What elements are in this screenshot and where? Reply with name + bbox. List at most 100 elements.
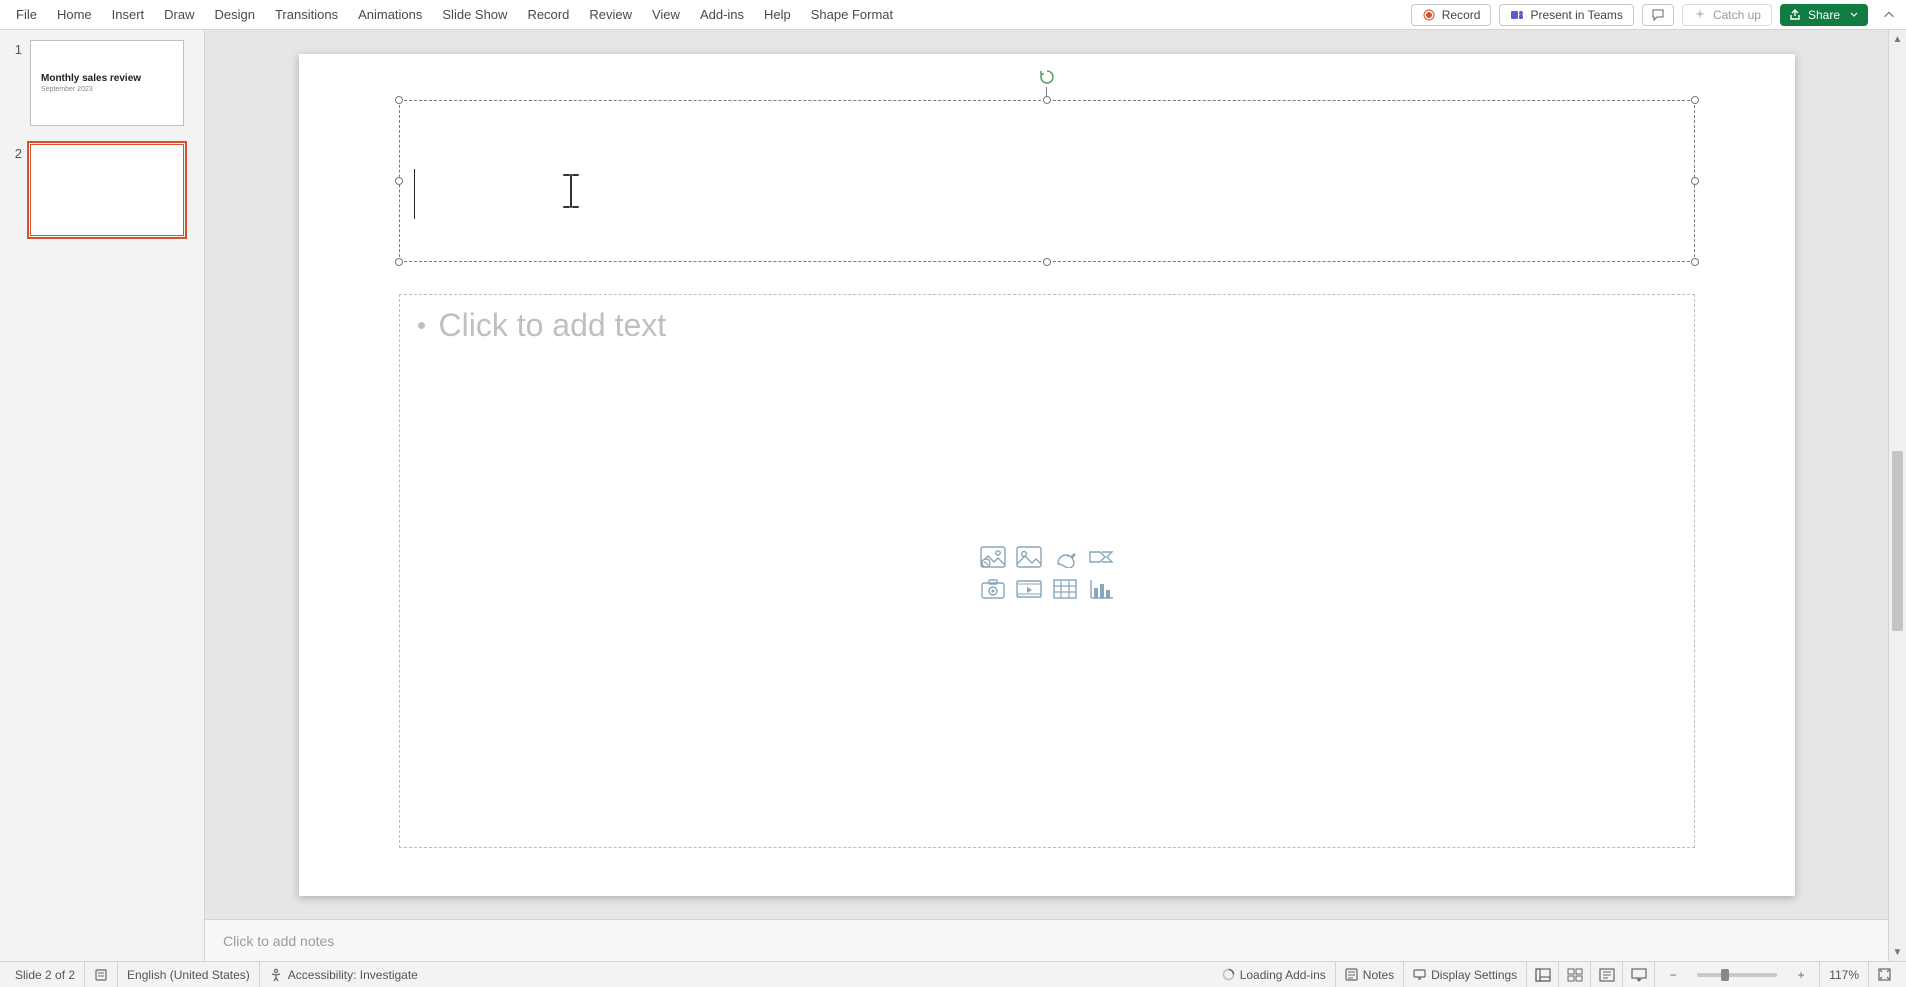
thumbnail-title: Monthly sales review <box>41 73 173 84</box>
scroll-thumb[interactable] <box>1892 451 1903 631</box>
catch-up-button[interactable]: Catch up <box>1682 4 1772 26</box>
thumbnail-row: 1 Monthly sales review September 2023 <box>6 40 194 126</box>
record-button[interactable]: Record <box>1411 4 1492 26</box>
insert-table-icon[interactable] <box>1049 575 1081 603</box>
present-teams-button[interactable]: Present in Teams <box>1499 4 1634 26</box>
fit-to-window-button[interactable] <box>1868 962 1900 987</box>
insert-stock-images-icon[interactable] <box>977 543 1009 571</box>
slide-canvas[interactable]: Click to add text <box>299 54 1795 896</box>
menu-bar: File Home Insert Draw Design Transitions… <box>0 0 1906 30</box>
menu-items: File Home Insert Draw Design Transitions… <box>6 0 903 29</box>
resize-handle-bm[interactable] <box>1043 258 1051 266</box>
canvas-column: Click to add text <box>205 30 1888 961</box>
menu-view[interactable]: View <box>642 0 690 29</box>
menu-help[interactable]: Help <box>754 0 801 29</box>
status-accessibility[interactable]: Accessibility: Investigate <box>259 962 427 987</box>
insert-smartart-icon[interactable] <box>1085 543 1117 571</box>
menu-file[interactable]: File <box>6 0 47 29</box>
notes-pane[interactable]: Click to add notes <box>205 919 1888 961</box>
view-reading-button[interactable] <box>1590 962 1622 987</box>
catch-up-label: Catch up <box>1713 8 1761 22</box>
resize-handle-ml[interactable] <box>395 177 403 185</box>
content-placeholder[interactable]: Click to add text <box>399 294 1695 848</box>
display-icon <box>1413 968 1426 981</box>
scroll-down-icon[interactable]: ▼ <box>1893 943 1903 961</box>
menu-draw[interactable]: Draw <box>154 0 204 29</box>
insert-chart-icon[interactable] <box>1085 575 1117 603</box>
scroll-track[interactable] <box>1889 48 1906 943</box>
status-notes-button[interactable]: Notes <box>1335 962 1403 987</box>
status-notes-label: Notes <box>1363 968 1394 982</box>
record-button-label: Record <box>1442 8 1481 22</box>
resize-handle-bl[interactable] <box>395 258 403 266</box>
zoom-slider[interactable] <box>1697 973 1777 977</box>
menu-animations[interactable]: Animations <box>348 0 432 29</box>
zoom-out-button[interactable]: − <box>1654 962 1691 987</box>
thumbnail-number: 2 <box>6 146 22 236</box>
resize-handle-mr[interactable] <box>1691 177 1699 185</box>
notes-icon <box>1345 968 1358 981</box>
menu-home[interactable]: Home <box>47 0 102 29</box>
status-spellcheck[interactable] <box>84 962 117 987</box>
slide-thumbnail-panel[interactable]: 1 Monthly sales review September 2023 2 <box>0 30 205 961</box>
menu-design[interactable]: Design <box>205 0 265 29</box>
insert-pictures-icon[interactable] <box>1013 543 1045 571</box>
thumbnail-subtitle: September 2023 <box>41 86 173 93</box>
share-icon <box>1788 8 1802 22</box>
slide-canvas-area[interactable]: Click to add text <box>205 30 1888 919</box>
zoom-in-button[interactable]: + <box>1783 962 1819 987</box>
present-teams-label: Present in Teams <box>1530 8 1623 22</box>
status-display-label: Display Settings <box>1431 968 1517 982</box>
menu-transitions[interactable]: Transitions <box>265 0 348 29</box>
insert-cameo-icon[interactable] <box>977 575 1009 603</box>
menu-review[interactable]: Review <box>579 0 642 29</box>
resize-handle-tr[interactable] <box>1691 96 1699 104</box>
loading-spinner-icon <box>1222 968 1235 981</box>
scroll-up-icon[interactable]: ▲ <box>1893 30 1903 48</box>
view-normal-button[interactable] <box>1526 962 1558 987</box>
accessibility-icon <box>269 968 283 982</box>
rotate-handle[interactable] <box>1037 67 1057 87</box>
minus-icon: − <box>1664 968 1682 982</box>
notes-prompt: Click to add notes <box>223 933 334 949</box>
resize-handle-tm[interactable] <box>1043 96 1051 104</box>
insert-video-icon[interactable] <box>1013 575 1045 603</box>
vertical-scrollbar[interactable]: ▲ ▼ <box>1888 30 1906 961</box>
menu-shape-format[interactable]: Shape Format <box>801 0 903 29</box>
status-language[interactable]: English (United States) <box>117 962 259 987</box>
text-cursor-icon <box>560 173 582 209</box>
menu-addins[interactable]: Add-ins <box>690 0 754 29</box>
zoom-percent[interactable]: 117% <box>1819 962 1868 987</box>
status-display-settings[interactable]: Display Settings <box>1403 962 1526 987</box>
menu-right: Record Present in Teams Catch up Share <box>1411 4 1900 26</box>
view-slideshow-button[interactable] <box>1622 962 1654 987</box>
view-sorter-button[interactable] <box>1558 962 1590 987</box>
work-area: 1 Monthly sales review September 2023 2 <box>0 30 1906 961</box>
comments-button[interactable] <box>1642 4 1674 26</box>
slide-thumbnail-1[interactable]: Monthly sales review September 2023 <box>30 40 184 126</box>
content-prompt-text: Click to add text <box>439 307 667 344</box>
menu-slideshow[interactable]: Slide Show <box>432 0 517 29</box>
title-placeholder[interactable] <box>399 100 1695 262</box>
share-label: Share <box>1808 8 1840 22</box>
menu-record[interactable]: Record <box>517 0 579 29</box>
comment-icon <box>1651 8 1665 22</box>
content-prompt: Click to add text <box>418 307 667 344</box>
plus-icon: + <box>1792 968 1810 982</box>
share-button[interactable]: Share <box>1780 4 1868 26</box>
zoom-slider-knob[interactable] <box>1721 969 1729 981</box>
teams-icon <box>1510 8 1524 22</box>
status-slide-info[interactable]: Slide 2 of 2 <box>6 962 84 987</box>
status-loading-addins: Loading Add-ins <box>1213 962 1335 987</box>
bullet-icon <box>418 322 425 329</box>
sparkle-icon <box>1693 8 1707 22</box>
resize-handle-br[interactable] <box>1691 258 1699 266</box>
chevron-down-icon <box>1850 11 1858 19</box>
thumbnail-row: 2 <box>6 144 194 236</box>
status-bar: Slide 2 of 2 English (United States) Acc… <box>0 961 1906 987</box>
slide-thumbnail-2[interactable] <box>30 144 184 236</box>
ribbon-toggle-button[interactable] <box>1882 8 1896 22</box>
insert-icons-icon[interactable] <box>1049 543 1081 571</box>
menu-insert[interactable]: Insert <box>102 0 155 29</box>
resize-handle-tl[interactable] <box>395 96 403 104</box>
